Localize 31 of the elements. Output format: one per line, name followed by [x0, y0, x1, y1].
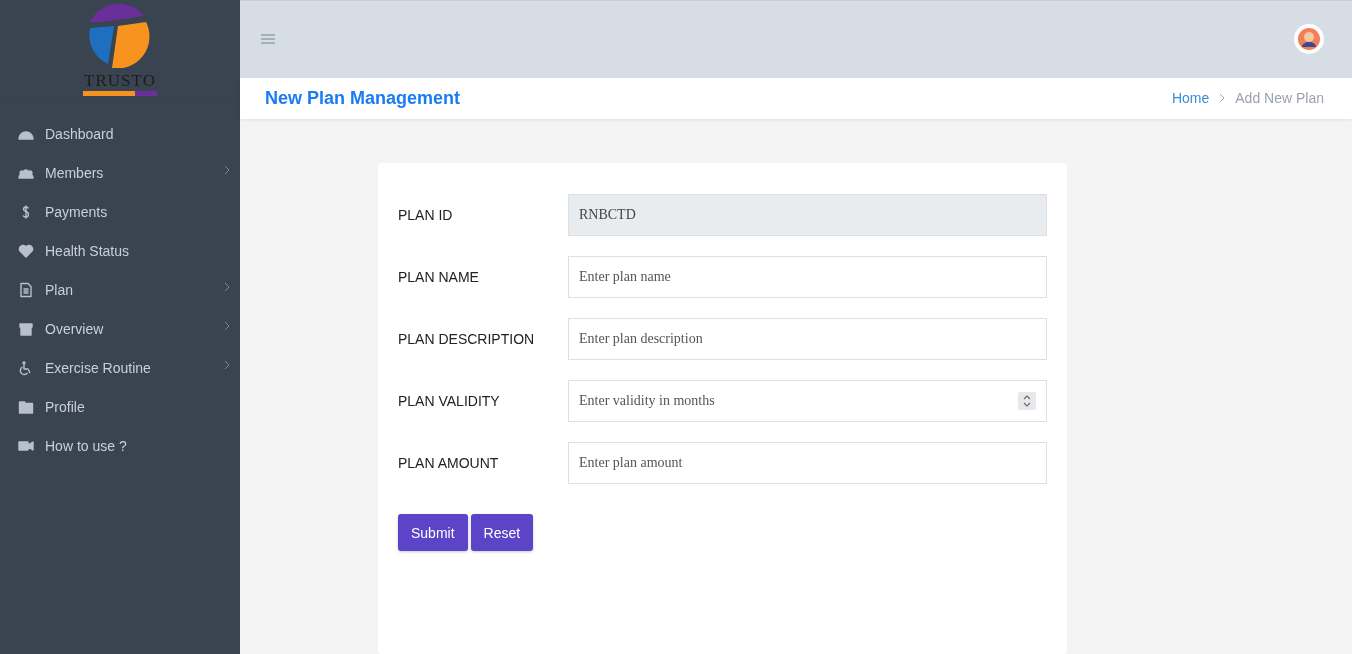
spinner-icon[interactable]: [1018, 392, 1036, 410]
sidebar-item[interactable]: How to use ?: [0, 426, 240, 465]
sidebar-item[interactable]: Payments: [0, 192, 240, 231]
input-field[interactable]: Enter plan name: [568, 256, 1047, 298]
page-title: New Plan Management: [265, 87, 461, 109]
number-field[interactable]: Enter validity in months: [568, 380, 1047, 422]
menu-item-icon: [18, 281, 34, 298]
input-field[interactable]: Enter plan description: [568, 318, 1047, 360]
sidebar-item[interactable]: Overview: [0, 309, 240, 348]
sidebar-item[interactable]: Health Status: [0, 231, 240, 270]
sidebar-item[interactable]: Plan: [0, 270, 240, 309]
menu-item-icon: [18, 320, 34, 337]
field-label: PLAN VALIDITY: [398, 393, 501, 409]
sidebar-item[interactable]: Members: [0, 153, 240, 192]
menu-item-icon: [18, 359, 34, 376]
input-field: RNBCTD: [568, 194, 1047, 236]
menu-item-icon: [18, 398, 34, 415]
sidebar-item[interactable]: Dashboard: [0, 114, 240, 153]
input-field[interactable]: Enter plan amount: [568, 442, 1047, 484]
form-button[interactable]: Reset: [470, 514, 534, 551]
field-label: PLAN ID: [398, 207, 454, 223]
avatar-icon[interactable]: [1294, 24, 1324, 55]
field-label: PLAN DESCRIPTION: [398, 331, 536, 347]
menu-item-icon: [18, 242, 34, 259]
breadcrumb-link[interactable]: Home: [1171, 90, 1210, 107]
sidebar-item[interactable]: Profile: [0, 387, 240, 426]
chevron-right-icon: [1219, 93, 1226, 104]
field-label: PLAN AMOUNT: [398, 455, 500, 471]
form-button[interactable]: Submit: [398, 514, 468, 551]
sidebar-item[interactable]: Exercise Routine: [0, 348, 240, 387]
field-label: PLAN NAME: [398, 269, 480, 285]
